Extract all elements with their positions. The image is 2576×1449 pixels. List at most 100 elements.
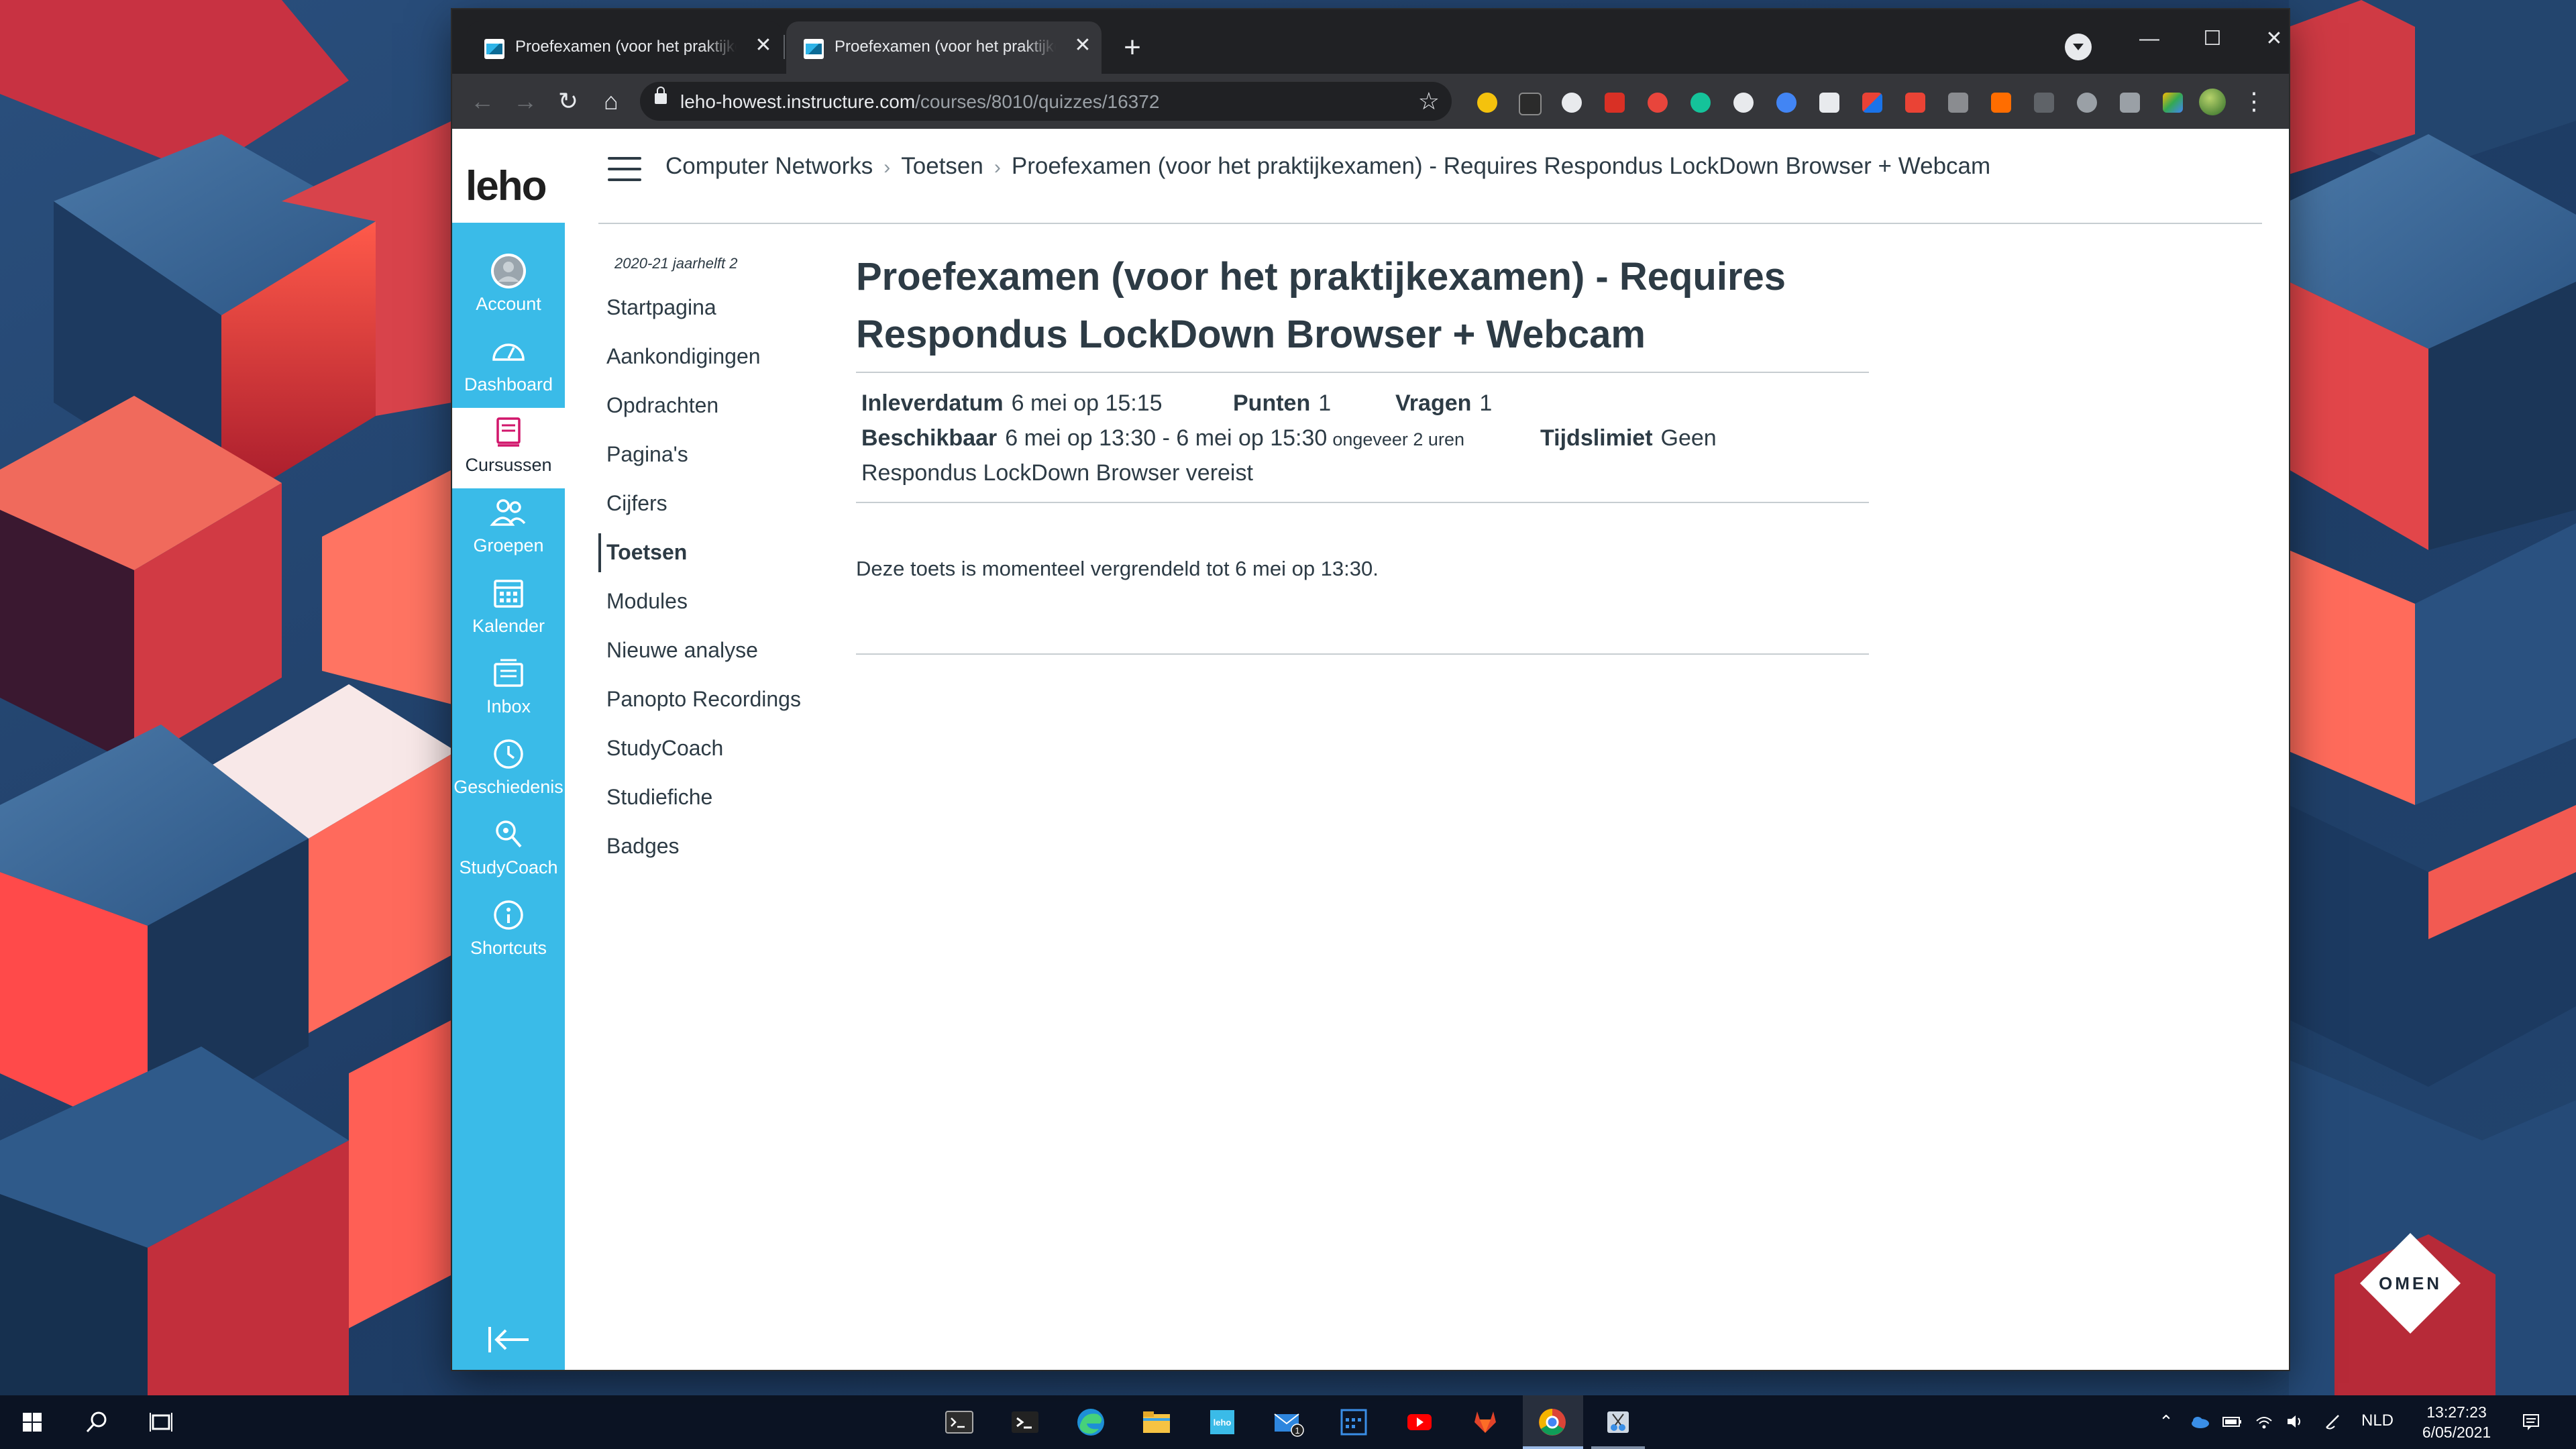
course-nav-studiefiche[interactable]: Studiefiche [598,778,840,817]
printer-icon[interactable] [2120,93,2140,113]
profile-avatar[interactable] [2199,89,2226,115]
tab-close-icon[interactable]: ✕ [1071,34,1095,58]
notifications-icon[interactable] [2520,1410,2542,1433]
extension-icon[interactable] [1905,93,1925,113]
course-nav-cijfers[interactable]: Cijfers [598,484,840,523]
extension-icon[interactable] [1605,93,1625,113]
course-nav-nieuwe-analyse[interactable]: Nieuwe analyse [598,631,840,670]
extension-icon[interactable] [1948,93,1968,113]
search-icon[interactable] [76,1402,117,1442]
file-explorer-icon[interactable] [1136,1402,1177,1442]
due-date: Inleverdatum 6 mei op 15:15 [861,390,1163,416]
leho-logo[interactable]: leho [452,129,565,243]
lockdown-requirement: Respondus LockDown Browser vereist [861,460,1253,486]
breadcrumb-course[interactable]: Computer Networks [665,153,873,179]
nav-item-studycoach[interactable]: StudyCoach [452,810,565,891]
leho-app-icon[interactable]: leho [1202,1402,1242,1442]
new-tab-button[interactable]: + [1116,32,1148,64]
calendar-icon [494,580,523,608]
onedrive-cloud-icon[interactable] [2188,1410,2211,1433]
availability: Beschikbaar 6 mei op 13:30 - 6 mei op 15:… [861,425,1464,451]
chrome-icon[interactable] [1532,1402,1572,1442]
extension-icon[interactable] [1562,93,1582,113]
minimize-button[interactable]: — [2129,19,2169,59]
address-bar[interactable]: leho-howest.instructure.com/courses/8010… [640,82,1452,121]
nav-item-cursussen[interactable]: Cursussen [452,408,565,488]
extension-icon[interactable] [1477,93,1497,113]
nav-item-shortcuts[interactable]: Shortcuts [452,891,565,971]
terminal-icon[interactable] [939,1402,979,1442]
extension-icon[interactable] [1776,93,1796,113]
volume-icon[interactable] [2284,1410,2306,1433]
bookmark-star-icon[interactable]: ☆ [1418,86,1440,117]
language-indicator[interactable]: NLD [2361,1411,2394,1430]
url-path: /courses/8010/quizzes/16372 [915,91,1160,112]
powershell-icon[interactable] [1005,1402,1045,1442]
battery-icon[interactable] [2220,1410,2243,1433]
extension-icon[interactable] [2034,93,2054,113]
tab-close-icon[interactable]: ✕ [751,34,775,58]
course-nav-aankondigingen[interactable]: Aankondigingen [598,337,840,376]
forward-arrow-icon[interactable]: → [508,85,542,118]
logo-accent [452,223,565,243]
nav-item-geschiedenis[interactable]: Geschiedenis [452,730,565,810]
camera-icon[interactable] [2077,93,2097,113]
browser-toolbar: ← → ↻ ⌂ leho-howest.instructure.com/cour… [452,74,2289,129]
nav-item-groepen[interactable]: Groepen [452,488,565,569]
course-nav-toetsen[interactable]: Toetsen [598,533,843,572]
grammarly-icon[interactable] [1690,93,1711,113]
nav-item-dashboard[interactable]: Dashboard [452,327,565,408]
browser-tab[interactable]: Proefexamen (voor het praktijkexamen) ✕ [467,21,782,74]
collapse-nav-icon[interactable] [486,1323,533,1356]
breadcrumb-toetsen[interactable]: Toetsen [901,153,983,179]
course-nav-studycoach[interactable]: StudyCoach [598,729,840,768]
task-view-icon[interactable] [141,1402,181,1442]
course-nav-panopto[interactable]: Panopto Recordings [598,680,840,719]
home-icon[interactable]: ⌂ [594,85,628,118]
tab-title: Proefexamen (voor het praktijkexamen) [515,38,737,56]
maximize-button[interactable]: ☐ [2192,19,2233,59]
extension-icon[interactable] [1648,93,1668,113]
breadcrumb-separator: › [994,156,1001,178]
extension-icon[interactable] [1733,93,1754,113]
extension-icon[interactable] [1819,93,1839,113]
extension-icon[interactable] [2163,93,2183,113]
extension-icon[interactable] [1862,93,1882,113]
course-nav-modules[interactable]: Modules [598,582,840,621]
back-arrow-icon[interactable]: ← [466,85,499,118]
breadcrumb-quiz: Proefexamen (voor het praktijkexamen) - … [1011,153,1991,179]
active-app-indicator [1523,1446,1583,1449]
course-nav-startpagina[interactable]: Startpagina [598,288,840,327]
hamburger-menu-icon[interactable] [608,156,641,182]
windows-start-icon[interactable] [12,1402,52,1442]
time-limit: Tijdslimiet Geen [1540,425,1717,451]
close-window-button[interactable]: ✕ [2254,19,2294,59]
course-nav-paginas[interactable]: Pagina's [598,435,840,474]
menu-dots-icon[interactable]: ⋮ [2242,86,2266,119]
tab-search-button[interactable] [2065,34,2092,60]
extension-icon[interactable] [1519,93,1542,115]
pen-icon[interactable] [2321,1410,2344,1433]
course-nav-opdrachten[interactable]: Opdrachten [598,386,840,425]
gitlab-icon[interactable] [1465,1402,1505,1442]
nav-label: Account [476,294,541,314]
url-host: leho-howest.instructure.com [680,91,916,112]
wifi-icon[interactable] [2253,1410,2275,1433]
snipping-tool-icon[interactable] [1598,1402,1638,1442]
nav-item-inbox[interactable]: Inbox [452,649,565,730]
omen-logo-text: OMEN [2379,1273,2442,1293]
tab-strip: Proefexamen (voor het praktijkexamen) ✕ … [452,9,2289,74]
chevron-up-icon[interactable]: ⌃ [2155,1410,2178,1433]
mail-icon[interactable]: 1 [1268,1402,1308,1442]
nav-item-kalender[interactable]: Kalender [452,569,565,649]
extension-icon[interactable] [1991,93,2011,113]
youtube-icon[interactable] [1399,1402,1440,1442]
reload-icon[interactable]: ↻ [551,85,585,118]
browser-tab-active[interactable]: Proefexamen (voor het praktijkexamen) ✕ [786,21,1102,74]
calendar-app-icon[interactable] [1334,1402,1374,1442]
nav-label: Groepen [473,535,544,555]
edge-browser-icon[interactable] [1071,1402,1111,1442]
course-nav-badges[interactable]: Badges [598,827,840,866]
clock[interactable]: 13:27:23 6/05/2021 [2403,1402,2510,1442]
nav-item-account[interactable]: Account [452,247,565,327]
